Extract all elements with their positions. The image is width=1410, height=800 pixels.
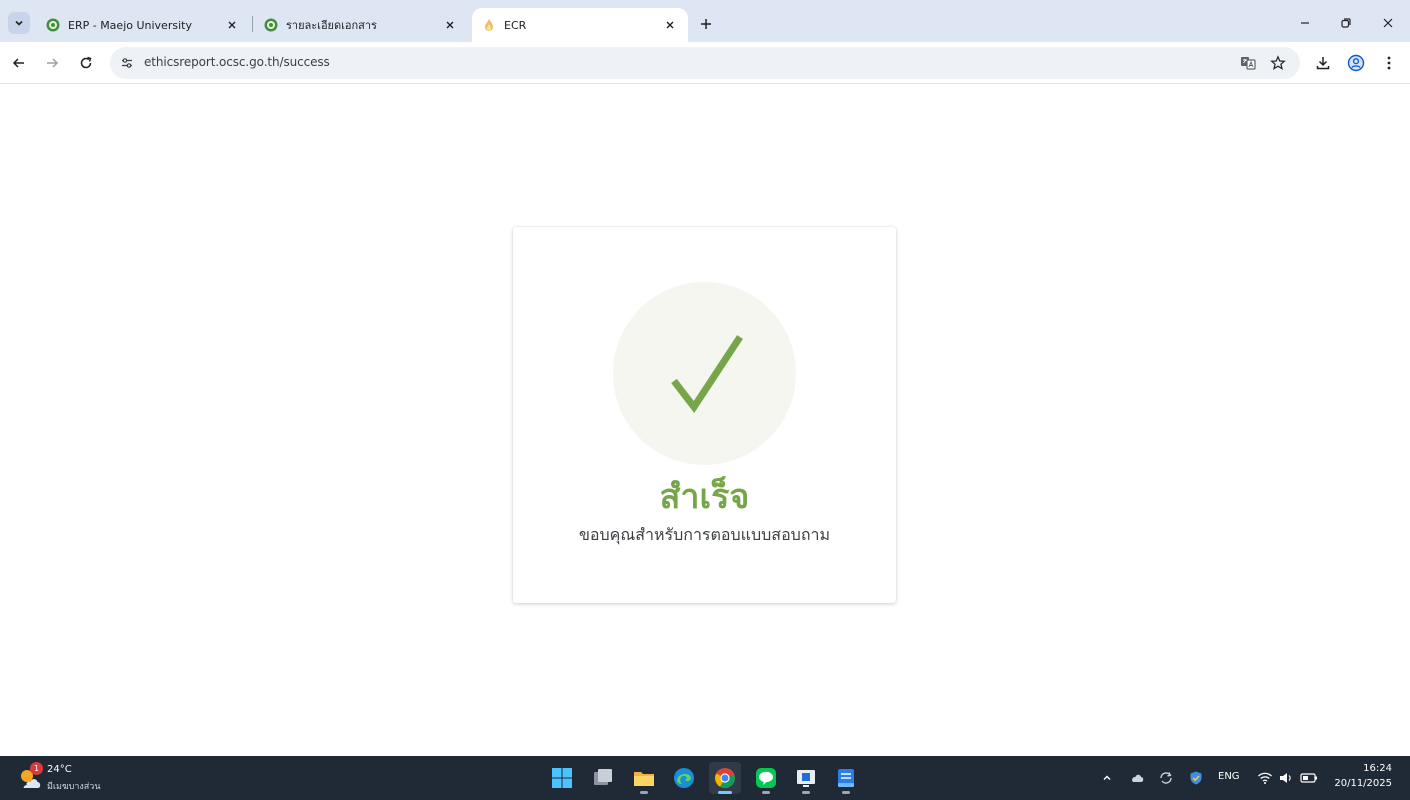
forward-arrow-icon xyxy=(47,58,59,68)
address-bar[interactable]: ethicsreport.ocsc.go.th/success xyxy=(110,47,1300,79)
app-icon xyxy=(838,769,854,787)
tab-strip: ERP - Maejo University รายละเอียดเอกสาร … xyxy=(0,0,1410,42)
task-view-button[interactable] xyxy=(587,762,619,794)
chrome-button[interactable] xyxy=(709,762,741,794)
start-button[interactable] xyxy=(546,762,578,794)
wifi-icon[interactable] xyxy=(1255,768,1275,788)
plus-icon xyxy=(701,19,711,29)
translate-button[interactable] xyxy=(1238,53,1258,73)
close-window-button[interactable] xyxy=(1377,12,1399,34)
bookmark-button[interactable] xyxy=(1268,53,1288,73)
language-indicator[interactable]: ENG xyxy=(1218,771,1240,782)
site-info-button[interactable] xyxy=(116,52,138,74)
app-indicator xyxy=(718,791,732,794)
tab-title: รายละเอียดเอกสาร xyxy=(286,19,377,32)
file-explorer-icon xyxy=(634,772,654,786)
volume-icon[interactable] xyxy=(1276,768,1296,788)
close-icon[interactable] xyxy=(662,17,678,33)
success-circle xyxy=(613,282,796,465)
clock-date[interactable]: 20/11/2025 xyxy=(1330,778,1392,789)
tab-ecr[interactable]: ECR xyxy=(472,8,688,42)
success-title: สำเร็จ xyxy=(659,477,750,517)
app-indicator xyxy=(762,791,770,794)
star-icon xyxy=(1270,55,1286,70)
tab-erp[interactable]: ERP - Maejo University xyxy=(36,8,250,42)
app-button[interactable] xyxy=(790,762,822,794)
close-icon[interactable] xyxy=(224,17,240,33)
chevron-up-icon xyxy=(1103,775,1111,780)
start-icon xyxy=(552,768,572,788)
tab-document-details[interactable]: รายละเอียดเอกสาร xyxy=(254,8,468,42)
chevron-down-icon xyxy=(15,20,23,26)
tab-title: ERP - Maejo University xyxy=(68,18,192,32)
taskbar: 1 24°C มีเมฆบางส่วน ENG 16:24 20/11/2025 xyxy=(0,756,1410,800)
browser-toolbar: ethicsreport.ocsc.go.th/success xyxy=(0,42,1410,84)
maejo-logo-icon xyxy=(46,18,60,32)
line-button[interactable] xyxy=(750,762,782,794)
sync-icon[interactable] xyxy=(1156,768,1176,788)
new-tab-button[interactable] xyxy=(696,14,716,34)
profile-button[interactable] xyxy=(1345,52,1367,74)
minimize-icon xyxy=(1301,22,1309,24)
weather-alert-badge: 1 xyxy=(30,762,43,775)
weather-description: มีเมฆบางส่วน xyxy=(47,782,101,792)
weather-temperature: 24°C xyxy=(47,764,72,775)
show-hidden-icons-button[interactable] xyxy=(1097,768,1117,788)
chrome-icon xyxy=(715,768,735,789)
flame-icon xyxy=(485,19,493,31)
app-icon xyxy=(797,770,815,787)
downloads-button[interactable] xyxy=(1312,52,1334,74)
edge-button[interactable] xyxy=(668,762,700,794)
more-vert-icon xyxy=(1387,56,1391,70)
menu-button[interactable] xyxy=(1378,52,1400,74)
weather-widget[interactable]: 1 24°C มีเมฆบางส่วน xyxy=(16,762,126,794)
restore-button[interactable] xyxy=(1335,12,1357,34)
file-explorer-button[interactable] xyxy=(628,762,660,794)
translate-icon xyxy=(1241,57,1256,70)
url-text[interactable]: ethicsreport.ocsc.go.th/success xyxy=(144,55,330,69)
forward-button[interactable] xyxy=(41,52,63,74)
minimize-button[interactable] xyxy=(1294,12,1316,34)
app-indicator xyxy=(802,791,810,794)
cloud-sync-icon[interactable] xyxy=(1127,768,1147,788)
reload-icon xyxy=(80,56,92,69)
back-button[interactable] xyxy=(8,52,30,74)
clock-time[interactable]: 16:24 xyxy=(1330,763,1392,774)
restore-icon xyxy=(1341,18,1351,28)
tab-separator xyxy=(252,16,253,32)
profile-icon xyxy=(1347,54,1365,72)
edge-icon xyxy=(674,768,694,788)
security-icon[interactable] xyxy=(1186,768,1206,788)
success-card: สำเร็จ ขอบคุณสำหรับการตอบแบบสอบถาม xyxy=(513,227,896,603)
close-icon[interactable] xyxy=(442,17,458,33)
tune-icon xyxy=(122,58,132,68)
reload-button[interactable] xyxy=(75,52,97,74)
app-indicator xyxy=(640,791,648,794)
line-icon xyxy=(756,768,776,788)
back-arrow-icon xyxy=(12,58,24,68)
download-icon xyxy=(1316,57,1330,70)
tab-search-button[interactable] xyxy=(8,12,30,34)
checkmark-icon xyxy=(670,334,743,413)
app-indicator xyxy=(842,791,850,794)
task-view-icon xyxy=(594,769,612,785)
app-button[interactable] xyxy=(830,762,862,794)
maejo-logo-icon xyxy=(264,18,278,32)
battery-icon[interactable] xyxy=(1299,768,1319,788)
close-icon xyxy=(1383,18,1393,28)
tab-title: ECR xyxy=(504,18,527,32)
success-message: ขอบคุณสำหรับการตอบแบบสอบถาม xyxy=(578,525,831,544)
